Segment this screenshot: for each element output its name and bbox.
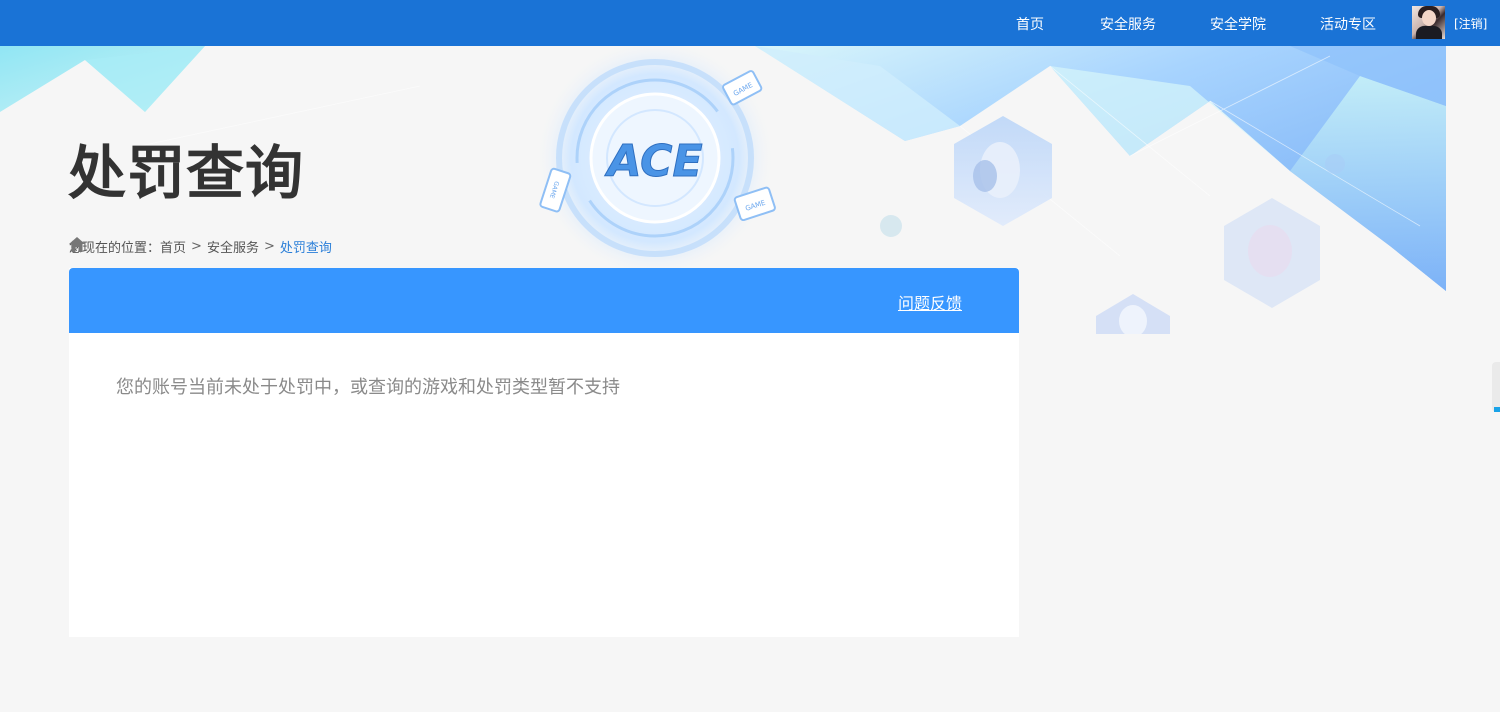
breadcrumb-separator: >	[263, 238, 275, 254]
home-icon	[69, 237, 85, 252]
breadcrumb-item-current: 处罚查询	[279, 240, 332, 256]
character-hexagon-3	[1096, 294, 1170, 334]
nav-item-security-academy[interactable]: 安全学院	[1210, 14, 1266, 34]
panel-header: 问题反馈	[69, 268, 1019, 333]
side-scroll-handle[interactable]	[1492, 362, 1500, 412]
ace-logo-text: ACE	[604, 136, 702, 187]
character-hexagon-2	[1224, 198, 1320, 308]
top-nav-bar: 首页 安全服务 安全学院 活动专区 [注销]	[0, 0, 1500, 46]
avatar-body	[1416, 26, 1442, 39]
character-hexagon-1	[954, 116, 1052, 226]
page-title: 处罚查询	[68, 139, 305, 207]
nav-item-security-service[interactable]: 安全服务	[1100, 14, 1156, 34]
breadcrumb: 您现在的位置： 首页 > 安全服务 > 处罚查询	[69, 237, 332, 256]
breadcrumb-item-home[interactable]: 首页	[160, 237, 186, 256]
breadcrumb-separator: >	[191, 238, 202, 254]
breadcrumb-item-security-service[interactable]: 安全服务	[207, 237, 259, 256]
feedback-link[interactable]: 问题反馈	[898, 290, 962, 314]
result-panel: 问题反馈 您的账号当前未处于处罚中，或查询的游戏和处罚类型暂不支持	[69, 268, 1019, 637]
logout-link[interactable]: [注销]	[1454, 15, 1487, 32]
result-message: 您的账号当前未处于处罚中，或查询的游戏和处罚类型暂不支持	[116, 377, 620, 398]
avatar-face	[1422, 10, 1436, 26]
nav-item-home[interactable]: 首页	[1016, 14, 1044, 34]
nav-item-activity-zone[interactable]: 活动专区	[1320, 14, 1376, 34]
user-avatar[interactable]	[1412, 6, 1445, 39]
